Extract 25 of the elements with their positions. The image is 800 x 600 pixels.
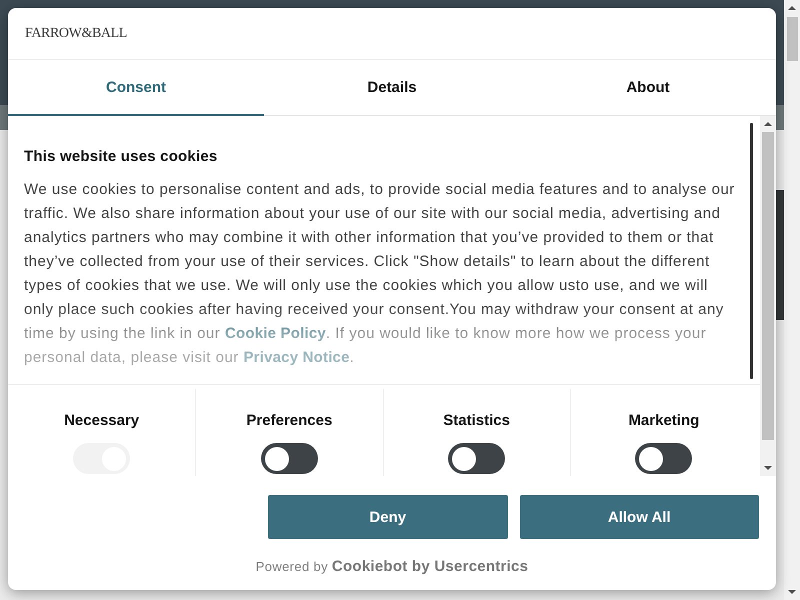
category-label: Statistics <box>443 412 510 430</box>
down-arrow-icon[interactable] <box>764 466 772 470</box>
scrollbar[interactable] <box>760 116 776 476</box>
scrollbar-thumb[interactable] <box>750 123 753 379</box>
toggle-switch[interactable] <box>635 443 692 474</box>
up-arrow-icon[interactable] <box>788 6 796 10</box>
up-arrow-icon[interactable] <box>764 122 772 126</box>
scrollbar-thumb[interactable] <box>762 132 774 440</box>
consent-heading: This website uses cookies <box>24 147 218 167</box>
tab[interactable]: Consent <box>8 60 264 116</box>
category-label: Marketing <box>628 412 700 430</box>
allow-all-button[interactable]: Allow All <box>520 495 759 539</box>
deny-button[interactable]: Deny <box>268 495 508 539</box>
cookiebot-link[interactable]: Cookiebot by Usercentrics <box>332 558 528 576</box>
tab[interactable]: Details <box>264 60 520 116</box>
category-label: Necessary <box>64 412 140 430</box>
powered-by-label: Powered by <box>256 558 328 576</box>
toggle-switch[interactable] <box>260 443 318 474</box>
brand-logo: FARROW&BALL <box>25 26 127 42</box>
tab[interactable]: About <box>520 60 776 116</box>
down-arrow-icon[interactable] <box>788 590 796 594</box>
toggle-switch[interactable] <box>448 443 506 474</box>
scrollbar-thumb[interactable] <box>786 17 798 61</box>
category-label: Preferences <box>246 412 332 430</box>
scrollbar[interactable] <box>784 0 800 600</box>
